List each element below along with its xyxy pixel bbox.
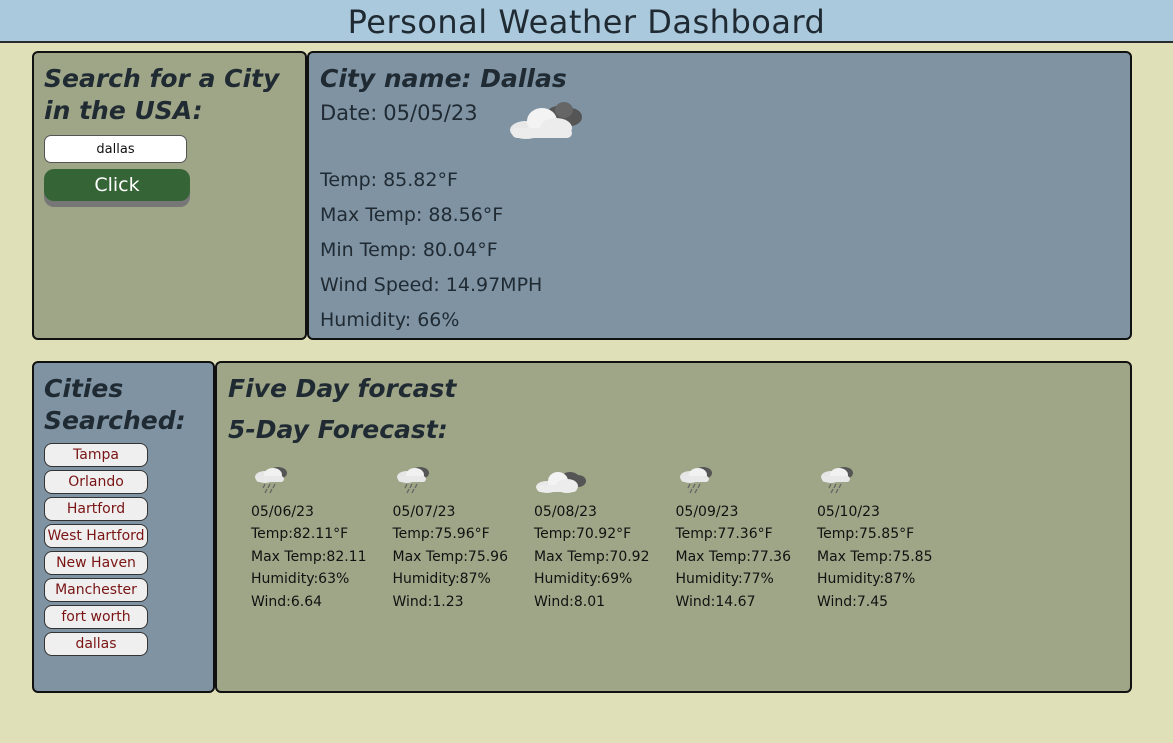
history-city-button[interactable]: Hartford [44,497,148,521]
search-title: Search for a City in the USA: [44,64,280,125]
forecast-wind: Wind:14.67 [675,593,756,610]
forecast-humidity: Humidity:69% [534,571,633,587]
city-name-heading: City name: Dallas [320,64,567,93]
broken-clouds-icon [534,464,676,498]
page-title: Personal Weather Dashboard [347,3,826,41]
forecast-wind: Wind:8.01 [534,593,606,610]
forecast-wind: Wind:1.23 [392,593,464,610]
rain-cloud-icon [393,464,535,498]
forecast-wind: Wind:6.64 [251,593,323,610]
forecast-temp: Temp:70.92°F [534,526,632,542]
forecast-day-card: 05/09/23 Temp:77.36°F Max Temp:77.36 Hum… [676,464,818,613]
history-city-button[interactable]: New Haven [44,551,148,575]
forecast-humidity: Humidity:87% [392,571,491,587]
current-max-temp: Max Temp: 88.56°F [320,204,504,226]
city-history-list: Tampa Orlando Hartford West Hartford New… [44,443,203,656]
forecast-temp: Temp:75.96°F [392,526,490,542]
rain-cloud-icon [251,464,393,498]
forecast-panel: Five Day forcast 5-Day Forecast: 05/06/2… [215,361,1132,693]
forecast-max-temp: Max Temp:70.92 [534,548,650,565]
forecast-temp: Temp:77.36°F [675,526,773,542]
search-panel: Search for a City in the USA: Click [32,51,307,340]
search-button[interactable]: Click [44,169,190,201]
date-value: 05/05/23 [383,101,478,125]
forecast-day-card: 05/08/23 Temp:70.92°F Max Temp:70.92 Hum… [534,464,676,613]
current-wind-speed: Wind Speed: 14.97MPH [320,274,543,296]
forecast-date: 05/10/23 [817,504,880,520]
history-title: Cities Searched: [44,374,186,435]
history-city-button[interactable]: West Hartford [44,524,148,548]
search-history-panel: Cities Searched: Tampa Orlando Hartford … [32,361,215,693]
forecast-humidity: Humidity:87% [817,571,916,587]
forecast-max-temp: Max Temp:75.85 [817,548,933,565]
forecast-max-temp: Max Temp:77.36 [675,548,792,565]
rain-cloud-icon [817,464,959,498]
history-city-button[interactable]: Tampa [44,443,148,467]
forecast-title: Five Day forcast [228,374,457,403]
history-city-button[interactable]: Manchester [44,578,148,602]
history-city-button[interactable]: fort worth [44,605,148,629]
forecast-date: 05/08/23 [534,504,597,520]
date-label: Date: [320,101,378,125]
history-city-button[interactable]: dallas [44,632,148,656]
forecast-date: 05/06/23 [251,504,314,520]
forecast-humidity: Humidity:77% [675,571,774,587]
forecast-day-card: 05/07/23 Temp:75.96°F Max Temp:75.96 Hum… [393,464,535,613]
forecast-date: 05/09/23 [675,504,739,520]
current-min-temp: Min Temp: 80.04°F [320,239,498,261]
forecast-max-temp: Max Temp:75.96 [392,548,509,565]
current-temp: Temp: 85.82°F [320,169,458,191]
current-date-row: Date: 05/05/23 [320,99,1119,145]
city-search-input[interactable] [44,135,187,163]
page-header: Personal Weather Dashboard [0,0,1173,43]
forecast-day-card: 05/10/23 Temp:75.85°F Max Temp:75.85 Hum… [817,464,959,613]
current-stats: Temp: 85.82°F Max Temp: 88.56°F Min Temp… [320,163,1119,338]
forecast-max-temp: Max Temp:82.11 [251,548,367,565]
current-humidity: Humidity: 66% [320,309,460,331]
forecast-subtitle: 5-Day Forecast: [228,415,448,444]
forecast-day-card: 05/06/23 Temp:82.11°F Max Temp:82.11 Hum… [251,464,393,613]
forecast-date: 05/07/23 [392,504,456,520]
broken-clouds-icon [506,97,586,145]
current-weather-panel: City name: Dallas Date: 05/05/23 Temp: 8… [307,51,1132,340]
forecast-humidity: Humidity:63% [251,571,350,587]
rain-cloud-icon [676,464,818,498]
history-city-button[interactable]: Orlando [44,470,148,494]
forecast-temp: Temp:75.85°F [817,526,915,542]
forecast-temp: Temp:82.11°F [251,526,349,542]
forecast-days: 05/06/23 Temp:82.11°F Max Temp:82.11 Hum… [251,464,1119,613]
forecast-wind: Wind:7.45 [817,593,889,610]
